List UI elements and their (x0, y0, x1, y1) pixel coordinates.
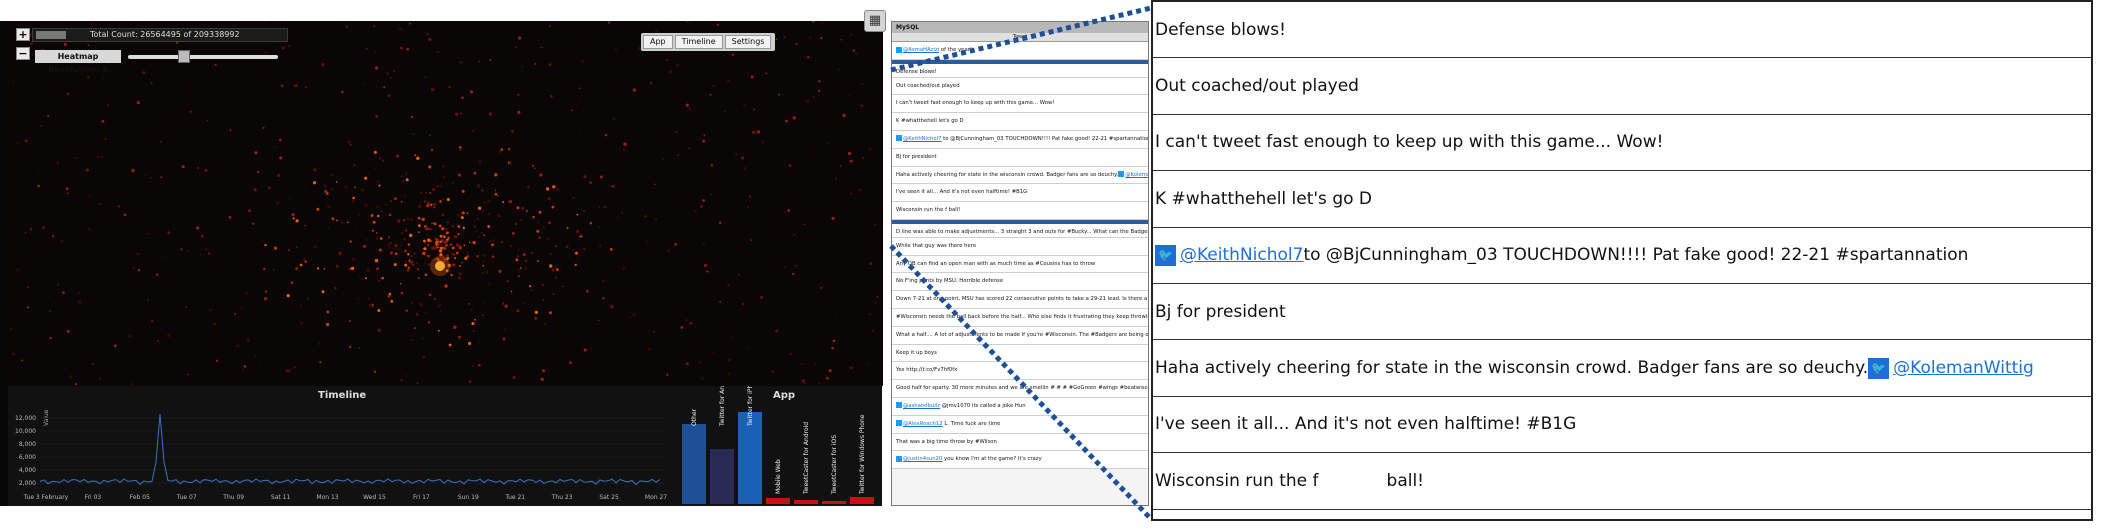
zoomed-tweet-row: Wisconsin run the f ball! (1153, 453, 2091, 510)
tweet-text: Defense blows! (1155, 19, 1286, 40)
zoomed-tweet-panel: Defense blows! Out coached/out played I ca… (1151, 0, 2093, 521)
user-link[interactable]: @KeithNichol7 (1180, 245, 1303, 265)
zoomed-tweet-row: K #whatthehell let's go D (1153, 171, 2091, 228)
zoomed-tweet-row: Bj for president (1153, 284, 2091, 341)
zoomed-tweet-row: Out coached/out played (1153, 58, 2091, 115)
tweet-text: Haha actively cheering for state in the … (1155, 358, 1869, 379)
twitter-icon: 🐦 (1155, 244, 1176, 266)
callout-line-bottom (889, 244, 1153, 521)
tweet-text: ball! (1386, 470, 1425, 491)
zoomed-tweet-row: 🐦 @KeithNichol7 to @BjCunningham_03 TOUCH… (1153, 228, 2091, 284)
zoomed-tweet-row: I've seen it all... And it's not even ha… (1153, 397, 2091, 454)
twitter-icon: 🐦 (1868, 357, 1890, 379)
tweet-text: I've seen it all... And it's not even ha… (1155, 414, 1577, 435)
zoomed-tweet-row (1153, 510, 2091, 532)
zoomed-tweet-row: Haha actively cheering for state in the … (1153, 340, 2091, 397)
tweet-text: Bj for president (1155, 301, 1286, 322)
tweet-text: Wisconsin run the f (1155, 470, 1319, 491)
zoomed-tweet-row: Defense blows! (1153, 2, 2091, 59)
zoomed-tweet-row: I can't tweet fast enough to keep up wit… (1153, 115, 2091, 172)
tweet-text: Out coached/out played (1155, 76, 1359, 97)
callout-line-top (890, 5, 1152, 73)
tweet-text: to @BjCunningham_03 TOUCHDOWN!!!! Pat fa… (1303, 245, 1969, 266)
tweet-text: K #whatthehell let's go D (1155, 188, 1373, 209)
user-link[interactable]: @KolemanWittig (1893, 358, 2034, 378)
tweet-text: I can't tweet fast enough to keep up wit… (1155, 132, 1664, 153)
